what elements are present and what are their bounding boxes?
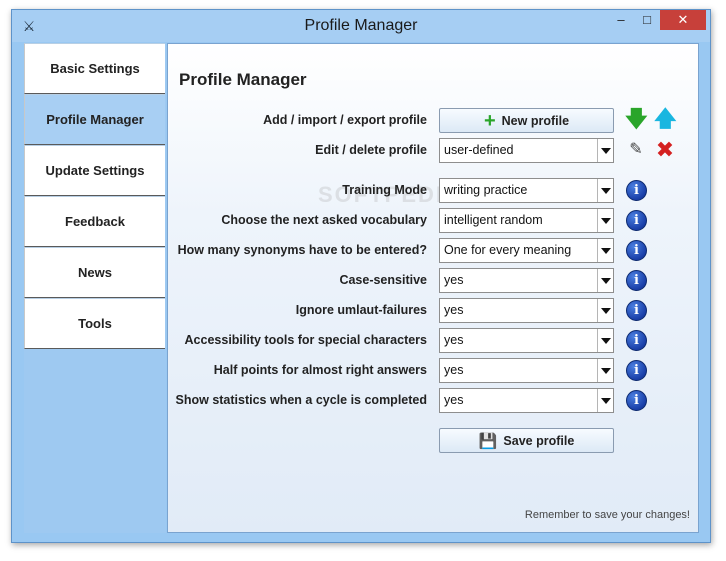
next-vocabulary-label: Choose the next asked vocabulary bbox=[221, 213, 427, 227]
chevron-down-icon[interactable] bbox=[597, 359, 613, 382]
umlaut-failures-value: yes bbox=[444, 303, 464, 317]
sidebar-item-label: Feedback bbox=[65, 214, 125, 229]
accessibility-tools-value: yes bbox=[444, 333, 464, 347]
case-sensitive-label: Case-sensitive bbox=[339, 273, 427, 287]
accessibility-tools-select[interactable]: yes bbox=[439, 328, 614, 353]
accessibility-tools-label: Accessibility tools for special characte… bbox=[184, 333, 427, 347]
synonyms-label: How many synonyms have to be entered? bbox=[177, 243, 427, 257]
chevron-down-icon[interactable] bbox=[597, 209, 613, 232]
plus-icon: + bbox=[483, 109, 496, 132]
chevron-down-icon[interactable] bbox=[597, 389, 613, 412]
maximize-button[interactable]: □ bbox=[634, 10, 660, 30]
edit-profile-label: Edit / delete profile bbox=[315, 143, 427, 157]
info-icon[interactable]: i bbox=[626, 240, 647, 261]
chevron-down-icon[interactable] bbox=[597, 239, 613, 262]
next-vocabulary-select[interactable]: intelligent random bbox=[439, 208, 614, 233]
floppy-disk-icon: 💾 bbox=[478, 432, 498, 450]
training-mode-value: writing practice bbox=[444, 183, 528, 197]
chevron-down-icon[interactable] bbox=[597, 299, 613, 322]
info-icon[interactable]: i bbox=[626, 180, 647, 201]
case-sensitive-value: yes bbox=[444, 273, 464, 287]
info-icon[interactable]: i bbox=[626, 390, 647, 411]
sidebar-item-update-settings[interactable]: Update Settings bbox=[24, 145, 165, 196]
synonyms-select[interactable]: One for every meaning bbox=[439, 238, 614, 263]
edit-icon[interactable]: ✎ bbox=[625, 139, 647, 161]
info-icon[interactable]: i bbox=[626, 300, 647, 321]
sidebar-item-label: Basic Settings bbox=[50, 61, 140, 76]
new-profile-button[interactable]: + New profile bbox=[439, 108, 614, 133]
case-sensitive-select[interactable]: yes bbox=[439, 268, 614, 293]
delete-icon[interactable]: ✖ bbox=[654, 139, 676, 161]
umlaut-failures-select[interactable]: yes bbox=[439, 298, 614, 323]
half-points-select[interactable]: yes bbox=[439, 358, 614, 383]
umlaut-failures-label: Ignore umlaut-failures bbox=[295, 303, 427, 317]
sidebar-item-feedback[interactable]: Feedback bbox=[24, 196, 165, 247]
info-icon[interactable]: i bbox=[626, 210, 647, 231]
add-profile-label: Add / import / export profile bbox=[263, 113, 427, 127]
sidebar-item-label: News bbox=[78, 265, 112, 280]
profile-select[interactable]: user-defined bbox=[439, 138, 614, 163]
close-button[interactable]: ✕ bbox=[660, 10, 706, 30]
show-statistics-label: Show statistics when a cycle is complete… bbox=[175, 393, 427, 407]
profile-select-value: user-defined bbox=[444, 143, 514, 157]
sidebar-item-news[interactable]: News bbox=[24, 247, 165, 298]
next-vocabulary-value: intelligent random bbox=[444, 213, 543, 227]
info-icon[interactable]: i bbox=[626, 270, 647, 291]
arrow-down-icon[interactable]: 🡇 bbox=[625, 108, 648, 130]
info-icon[interactable]: i bbox=[626, 360, 647, 381]
title-bar[interactable]: ⚔ Profile Manager – □ ✕ bbox=[12, 10, 710, 42]
profile-manager-panel: Profile Manager SOFTPEDIA Add / import /… bbox=[167, 43, 699, 533]
profile-manager-window: ⚔ Profile Manager – □ ✕ Basic Settings P… bbox=[11, 9, 711, 543]
half-points-label: Half points for almost right answers bbox=[213, 363, 427, 377]
sidebar: Basic Settings Profile Manager Update Se… bbox=[24, 43, 166, 533]
chevron-down-icon[interactable] bbox=[597, 329, 613, 352]
sidebar-item-basic-settings[interactable]: Basic Settings bbox=[24, 43, 165, 94]
synonyms-value: One for every meaning bbox=[444, 243, 572, 257]
training-mode-select[interactable]: writing practice bbox=[439, 178, 614, 203]
chevron-down-icon[interactable] bbox=[597, 139, 613, 162]
half-points-value: yes bbox=[444, 363, 464, 377]
info-icon[interactable]: i bbox=[626, 330, 647, 351]
sidebar-item-profile-manager[interactable]: Profile Manager bbox=[24, 94, 165, 145]
sidebar-item-tools[interactable]: Tools bbox=[24, 298, 165, 349]
arrow-up-icon[interactable]: 🡅 bbox=[654, 108, 677, 130]
page-title: Profile Manager bbox=[179, 70, 307, 89]
save-reminder-note: Remember to save your changes! bbox=[524, 509, 690, 521]
sidebar-item-label: Update Settings bbox=[45, 163, 145, 178]
save-profile-button[interactable]: 💾 Save profile bbox=[439, 428, 614, 453]
new-profile-button-label: New profile bbox=[501, 113, 570, 128]
chevron-down-icon[interactable] bbox=[597, 269, 613, 292]
sidebar-item-label: Tools bbox=[78, 316, 112, 331]
chevron-down-icon[interactable] bbox=[597, 179, 613, 202]
save-profile-button-label: Save profile bbox=[503, 433, 575, 448]
show-statistics-value: yes bbox=[444, 393, 464, 407]
training-mode-label: Training Mode bbox=[342, 183, 427, 197]
sidebar-item-label: Profile Manager bbox=[46, 112, 144, 127]
window-title: Profile Manager bbox=[304, 17, 418, 34]
show-statistics-select[interactable]: yes bbox=[439, 388, 614, 413]
minimize-button[interactable]: – bbox=[608, 10, 634, 30]
